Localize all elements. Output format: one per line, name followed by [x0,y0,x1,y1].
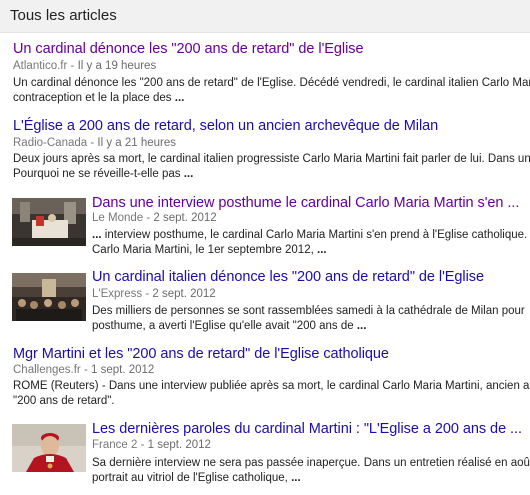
snippet-text: posthume, a averti l'Eglise qu'elle avai… [92,319,354,332]
article-item: Un cardinal dénonce les "200 ans de reta… [0,38,530,108]
snippet-line: Sa dernière interview ne sera pas passée… [92,457,530,469]
article-snippet: Deux jours après sa mort, le cardinal it… [13,152,530,181]
church-interior-photo-icon [12,198,86,246]
article-title-link[interactable]: Les dernières paroles du cardinal Martin… [92,421,522,437]
article-source: L'Express [92,288,143,300]
article-title-link[interactable]: Un cardinal italien dénonce les "200 ans… [92,269,484,285]
article-item: Dans une interview posthume le cardinal … [0,190,530,256]
snippet-line: posthume, a averti l'Eglise qu'elle avai… [92,319,525,334]
article-snippet: Sa dernière interview ne sera pas passée… [92,456,530,485]
article-source: Le Monde [92,212,144,224]
snippet-text: Pourquoi ne se réveille-t-elle pas [13,167,181,180]
snippet-line: "200 ans de retard". [13,394,115,407]
section-title: Tous les articles [10,7,117,24]
article-source-line: L'Express - 2 sept. 2012 [92,288,216,300]
article-date: 1 sept. 2012 [147,439,211,451]
snippet-text: Carlo Maria Martini, le 1er septembre 20… [92,243,314,256]
article-date: Il y a 19 heures [77,60,157,72]
snippet-line: Des milliers de personnes se sont rassem… [92,305,525,317]
article-thumbnail[interactable] [12,424,86,472]
snippet-line: contraception et le la place des ... [13,91,530,106]
article-item: Les dernières paroles du cardinal Martin… [0,412,530,495]
article-snippet: ROME (Reuters) - Dans une interview publ… [13,379,530,408]
article-snippet: Un cardinal dénonce les "200 ans de reta… [13,76,530,105]
lead-ellipsis: ... [92,229,102,241]
article-date: 2 sept. 2012 [152,288,216,300]
article-source: Radio-Canada [13,137,88,149]
snippet-line: ... interview posthume, le cardinal Carl… [92,228,530,243]
snippet-text: portrait au vitriol de l'Eglise catholiq… [92,471,288,484]
article-date: Il y a 21 heures [97,137,177,149]
separator: - [87,137,98,149]
snippet-line: Deux jours après sa mort, le cardinal it… [13,153,530,165]
article-title-link[interactable]: Mgr Martini et les "200 ans de retard" d… [13,346,389,362]
article-item: L'Église a 200 ans de retard, selon un a… [0,112,530,182]
more-ellipsis: ... [183,167,194,180]
separator: - [137,439,148,451]
snippet-line: Un cardinal dénonce les "200 ans de reta… [13,77,530,89]
article-snippet: ... interview posthume, le cardinal Carl… [92,228,530,256]
article-title-link[interactable]: Un cardinal dénonce les "200 ans de reta… [13,41,364,57]
article-source: Atlantico.fr [13,60,68,72]
separator: - [143,212,154,224]
snippet-line: Carlo Maria Martini, le 1er septembre 20… [92,243,530,257]
more-ellipsis: ... [317,243,327,256]
snippet-text: contraception et le la place des [13,91,172,104]
article-item: Mgr Martini et les "200 ans de retard" d… [0,340,530,410]
separator: - [142,288,153,300]
snippet-line: portrait au vitriol de l'Eglise catholiq… [92,471,530,486]
cathedral-crowd-photo-icon [12,273,86,321]
snippet-text: interview posthume, le cardinal Carlo Ma… [104,229,530,241]
article-source: Challenges.fr [13,364,81,376]
article-source-line: France 2 - 1 sept. 2012 [92,439,211,451]
article-title-link[interactable]: Dans une interview posthume le cardinal … [92,195,519,211]
article-item: Un cardinal italien dénonce les "200 ans… [0,262,530,340]
article-title-link[interactable]: L'Église a 200 ans de retard, selon un a… [13,118,438,134]
article-thumbnail[interactable] [12,198,86,246]
cardinal-portrait-photo-icon [12,424,86,472]
separator: - [80,364,91,376]
article-source: France 2 [92,439,138,451]
article-source-line: Atlantico.fr - Il y a 19 heures [13,60,156,72]
section-header: Tous les articles [0,0,530,33]
article-date: 1 sept. 2012 [91,364,155,376]
article-thumbnail[interactable] [12,273,86,321]
more-ellipsis: ... [174,91,185,104]
article-snippet: Des milliers de personnes se sont rassem… [92,304,525,333]
article-source-line: Le Monde - 2 sept. 2012 [92,212,217,224]
snippet-line: ROME (Reuters) - Dans une interview publ… [13,380,530,392]
article-source-line: Challenges.fr - 1 sept. 2012 [13,364,154,376]
article-source-line: Radio-Canada - Il y a 21 heures [13,137,176,149]
separator: - [67,60,78,72]
article-date: 2 sept. 2012 [153,212,217,224]
more-ellipsis: ... [291,471,301,484]
more-ellipsis: ... [356,319,367,332]
snippet-line: Pourquoi ne se réveille-t-elle pas ... [13,167,530,182]
